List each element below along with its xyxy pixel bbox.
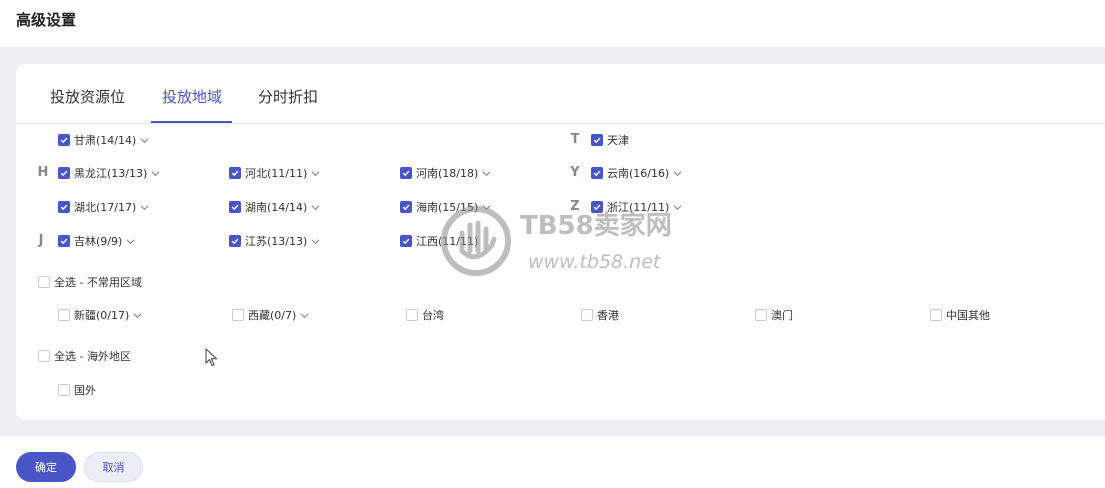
checkbox-checked-icon[interactable] bbox=[591, 167, 603, 179]
select-all-uncommon-label: 全选 - 不常用区域 bbox=[54, 276, 142, 289]
region-yunnan[interactable]: 云南(16/16) bbox=[591, 166, 682, 180]
checkbox-unchecked-icon[interactable] bbox=[58, 309, 70, 321]
chevron-down-icon[interactable] bbox=[126, 237, 135, 246]
region-hongkong[interactable]: 香港 bbox=[581, 308, 619, 322]
checkbox-checked-icon[interactable] bbox=[591, 201, 603, 213]
region-foreign[interactable]: 国外 bbox=[58, 383, 96, 397]
region-taiwan[interactable]: 台湾 bbox=[406, 308, 444, 322]
region-label: 云南(16/16) bbox=[607, 167, 670, 180]
checkbox-checked-icon[interactable] bbox=[229, 235, 241, 247]
chevron-down-icon[interactable] bbox=[140, 136, 149, 145]
select-all-overseas[interactable]: 全选 - 海外地区 bbox=[38, 349, 131, 363]
region-label: 河北(11/11) bbox=[245, 167, 308, 180]
checkbox-unchecked-icon[interactable] bbox=[232, 309, 244, 321]
region-china-other[interactable]: 中国其他 bbox=[930, 308, 990, 322]
group-letter-h: H bbox=[37, 165, 49, 180]
checkbox-checked-icon[interactable] bbox=[58, 167, 70, 179]
checkbox-unchecked-icon[interactable] bbox=[930, 309, 942, 321]
region-hainan[interactable]: 海南(15/15) bbox=[400, 200, 491, 214]
region-heilongjiang[interactable]: 黑龙江(13/13) bbox=[58, 166, 160, 180]
checkbox-checked-icon[interactable] bbox=[229, 167, 241, 179]
page-title: 高级设置 bbox=[16, 11, 77, 29]
region-label: 江苏(13/13) bbox=[245, 235, 308, 248]
checkbox-unchecked-icon[interactable] bbox=[38, 350, 50, 362]
region-jiangsu[interactable]: 江苏(13/13) bbox=[229, 234, 320, 248]
active-tab-underline bbox=[151, 121, 232, 123]
checkbox-unchecked-icon[interactable] bbox=[755, 309, 767, 321]
chevron-down-icon[interactable] bbox=[482, 203, 491, 212]
region-label: 国外 bbox=[74, 384, 96, 397]
page-header: 高级设置 bbox=[0, 0, 1105, 47]
region-label: 西藏(0/7) bbox=[248, 309, 297, 322]
chevron-down-icon[interactable] bbox=[311, 203, 320, 212]
group-letter-z: Z bbox=[570, 199, 580, 214]
region-henan[interactable]: 河南(18/18) bbox=[400, 166, 491, 180]
tab-region[interactable]: 投放地域 bbox=[162, 86, 222, 107]
region-xinjiang[interactable]: 新疆(0/17) bbox=[58, 308, 142, 322]
region-label: 中国其他 bbox=[946, 309, 990, 322]
select-all-uncommon[interactable]: 全选 - 不常用区域 bbox=[38, 275, 142, 289]
checkbox-unchecked-icon[interactable] bbox=[406, 309, 418, 321]
checkbox-checked-icon[interactable] bbox=[229, 201, 241, 213]
region-label: 台湾 bbox=[422, 309, 444, 322]
region-label: 湖南(14/14) bbox=[245, 201, 308, 214]
tab-resource-position[interactable]: 投放资源位 bbox=[50, 86, 125, 107]
region-gansu[interactable]: 甘肃(14/14) bbox=[58, 133, 149, 147]
region-label: 甘肃(14/14) bbox=[74, 134, 137, 147]
checkbox-checked-icon[interactable] bbox=[400, 167, 412, 179]
region-label: 湖北(17/17) bbox=[74, 201, 137, 214]
checkbox-checked-icon[interactable] bbox=[591, 134, 603, 146]
select-all-overseas-label: 全选 - 海外地区 bbox=[54, 350, 131, 363]
checkbox-unchecked-icon[interactable] bbox=[581, 309, 593, 321]
mouse-cursor-icon bbox=[205, 348, 218, 367]
region-jilin[interactable]: 吉林(9/9) bbox=[58, 234, 135, 248]
chevron-down-icon[interactable] bbox=[482, 169, 491, 178]
chevron-down-icon[interactable] bbox=[133, 311, 142, 320]
cancel-button[interactable]: 取消 bbox=[84, 452, 143, 482]
region-label: 天津 bbox=[607, 134, 629, 147]
region-label: 新疆(0/17) bbox=[74, 309, 130, 322]
checkbox-checked-icon[interactable] bbox=[58, 134, 70, 146]
chevron-down-icon[interactable] bbox=[140, 203, 149, 212]
region-jiangxi[interactable]: 江西(11/11) bbox=[400, 234, 478, 248]
chevron-down-icon[interactable] bbox=[300, 311, 309, 320]
checkbox-checked-icon[interactable] bbox=[400, 235, 412, 247]
group-letter-y: Y bbox=[570, 165, 580, 180]
checkbox-unchecked-icon[interactable] bbox=[58, 384, 70, 396]
region-xizang[interactable]: 西藏(0/7) bbox=[232, 308, 309, 322]
region-hebei[interactable]: 河北(11/11) bbox=[229, 166, 320, 180]
region-hunan[interactable]: 湖南(14/14) bbox=[229, 200, 320, 214]
region-label: 江西(11/11) bbox=[416, 235, 479, 248]
group-letter-j: J bbox=[38, 233, 44, 248]
region-label: 河南(18/18) bbox=[416, 167, 479, 180]
group-letter-t: T bbox=[570, 132, 580, 147]
region-label: 海南(15/15) bbox=[416, 201, 479, 214]
chevron-down-icon[interactable] bbox=[151, 169, 160, 178]
region-label: 香港 bbox=[597, 309, 619, 322]
checkbox-unchecked-icon[interactable] bbox=[38, 276, 50, 288]
region-hubei[interactable]: 湖北(17/17) bbox=[58, 200, 149, 214]
region-macau[interactable]: 澳门 bbox=[755, 308, 793, 322]
confirm-button[interactable]: 确定 bbox=[16, 452, 76, 482]
tab-bar: 投放资源位 投放地域 分时折扣 bbox=[16, 64, 1105, 124]
chevron-down-icon[interactable] bbox=[673, 169, 682, 178]
region-label: 吉林(9/9) bbox=[74, 235, 123, 248]
settings-card: 投放资源位 投放地域 分时折扣 bbox=[16, 64, 1105, 420]
checkbox-checked-icon[interactable] bbox=[58, 235, 70, 247]
footer-bar: 确定 取消 bbox=[0, 436, 1105, 488]
chevron-down-icon[interactable] bbox=[311, 169, 320, 178]
checkbox-checked-icon[interactable] bbox=[58, 201, 70, 213]
tab-time-discount[interactable]: 分时折扣 bbox=[258, 86, 318, 107]
region-label: 澳门 bbox=[771, 309, 793, 322]
checkbox-checked-icon[interactable] bbox=[400, 201, 412, 213]
region-zhejiang[interactable]: 浙江(11/11) bbox=[591, 200, 682, 214]
region-tianjin[interactable]: 天津 bbox=[591, 133, 629, 147]
region-label: 黑龙江(13/13) bbox=[74, 167, 148, 180]
chevron-down-icon[interactable] bbox=[673, 203, 682, 212]
region-label: 浙江(11/11) bbox=[607, 201, 670, 214]
chevron-down-icon[interactable] bbox=[311, 237, 320, 246]
